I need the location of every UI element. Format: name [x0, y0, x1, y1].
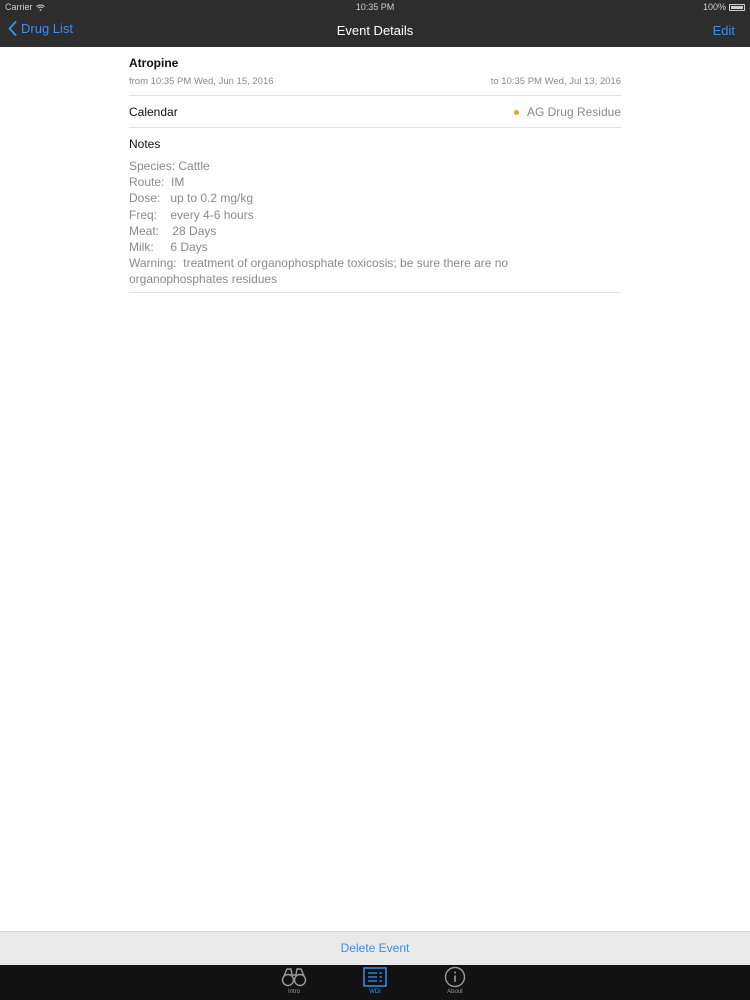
battery-indicator: 100%: [703, 2, 745, 12]
binoculars-icon: [281, 968, 307, 987]
edit-button[interactable]: Edit: [713, 23, 735, 38]
status-time: 10:35 PM: [355, 2, 395, 12]
delete-event-button[interactable]: Delete Event: [0, 941, 750, 955]
notes-text: Species: Cattle Route: IM Dose: up to 0.…: [129, 158, 549, 288]
list-icon: [363, 967, 387, 987]
tab-about-label: About: [447, 989, 463, 995]
tab-wdi[interactable]: WDI: [355, 966, 395, 995]
calendar-color-dot: [513, 109, 519, 115]
status-bar: Carrier 10:35 PM 100%: [0, 0, 750, 14]
calendar-name: AG Drug Residue: [526, 105, 621, 119]
tab-bar: Intro WDI About: [0, 965, 750, 1000]
note-line: Milk: 6 Days: [129, 240, 208, 255]
bottom-toolbar: Delete Event: [0, 931, 750, 965]
tab-about[interactable]: About: [435, 966, 475, 995]
note-line: Dose: up to 0.2 mg/kg: [129, 191, 254, 206]
event-title: Atropine: [129, 56, 179, 70]
event-header-section: Atropine from 10:35 PM Wed, Jun 15, 2016…: [129, 47, 621, 96]
info-icon: [444, 966, 466, 988]
note-line: Warning: treatment of organophosphate to…: [129, 256, 509, 271]
calendar-label: Calendar: [129, 105, 178, 119]
event-end-date: to 10:35 PM Wed, Jul 13, 2016: [490, 76, 621, 87]
calendar-row[interactable]: Calendar AG Drug Residue: [129, 96, 621, 128]
page-title: Event Details: [336, 23, 414, 38]
navigation-bar: Drug List Event Details Edit: [0, 14, 750, 47]
calendar-value: AG Drug Residue: [513, 105, 621, 119]
note-line: Route: IM: [129, 175, 185, 190]
notes-label: Notes: [129, 137, 161, 151]
note-line: Species: Cattle: [129, 159, 210, 173]
event-details-content: Atropine from 10:35 PM Wed, Jun 15, 2016…: [129, 47, 621, 293]
note-line: Meat: 28 Days: [129, 223, 217, 238]
battery-icon: [729, 3, 745, 11]
tab-intro-label: Intro: [287, 989, 300, 995]
note-line: organophosphates residues: [129, 272, 278, 287]
note-line: Freq: every 4-6 hours: [129, 207, 254, 222]
event-start-date: from 10:35 PM Wed, Jun 15, 2016: [129, 76, 274, 87]
tab-wdi-label: WDI: [369, 989, 381, 995]
battery-percent: 100%: [702, 2, 726, 12]
tab-intro[interactable]: Intro: [274, 966, 314, 995]
notes-section: Notes Species: Cattle Route: IM Dose: up…: [129, 128, 621, 293]
